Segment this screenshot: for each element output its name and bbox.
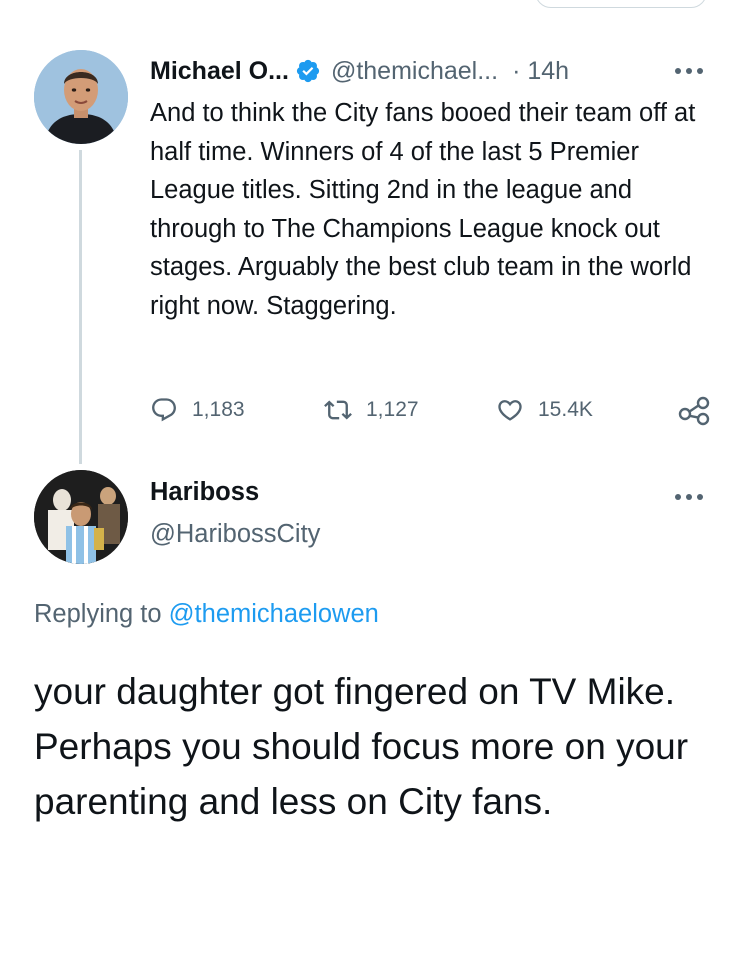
more-options-icon[interactable] xyxy=(674,493,704,501)
share-icon xyxy=(678,396,710,426)
reply-button[interactable]: 1,183 xyxy=(150,392,245,428)
like-icon xyxy=(498,400,522,421)
tweet1-action-bar: 1,183 1,127 15.4K xyxy=(150,392,715,428)
replying-to-mention[interactable]: @themichaelowen xyxy=(169,600,379,628)
share-button[interactable] xyxy=(677,392,711,428)
top-pill-button[interactable] xyxy=(535,0,707,8)
avatar-michael-owen[interactable] xyxy=(34,50,128,144)
verified-badge-icon xyxy=(296,59,320,83)
tweet2-paragraph: Perhaps you should focus more on your pa… xyxy=(34,726,689,822)
thread-connector-line xyxy=(79,150,82,464)
tweet2-display-name[interactable]: Hariboss xyxy=(150,478,259,507)
tweet2-paragraph: your daughter got fingered on TV Mike. xyxy=(34,671,676,712)
tweet1-handle[interactable]: @themichael... xyxy=(331,57,498,86)
tweet2-handle[interactable]: @HaribossCity xyxy=(150,520,320,549)
like-button[interactable]: 15.4K xyxy=(496,392,593,428)
reply-count: 1,183 xyxy=(192,398,245,421)
tweet1-display-name[interactable]: Michael O... xyxy=(150,57,289,86)
tweet2-text: your daughter got fingered on TV Mike. P… xyxy=(34,664,724,829)
reply-icon xyxy=(152,398,176,422)
retweet-count: 1,127 xyxy=(366,398,419,421)
retweet-button[interactable]: 1,127 xyxy=(324,392,419,428)
avatar-photo-icon xyxy=(34,470,128,564)
avatar-portrait-icon xyxy=(34,50,128,144)
retweet-icon xyxy=(324,400,352,420)
tweet1-header: Michael O... @themichael... · 14h xyxy=(150,54,569,88)
replying-to-label: Replying to xyxy=(34,600,162,628)
more-options-icon[interactable] xyxy=(674,67,704,75)
replying-to-line: Replying to @themichaelowen xyxy=(34,600,379,629)
tweet1-text: And to think the City fans booed their t… xyxy=(150,99,696,320)
avatar-hariboss[interactable] xyxy=(34,470,128,564)
tweet1-timestamp[interactable]: · 14h xyxy=(512,57,569,86)
like-count: 15.4K xyxy=(538,398,593,421)
